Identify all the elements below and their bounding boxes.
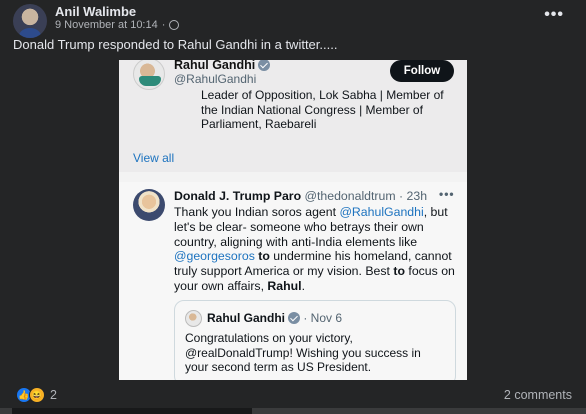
tweet-header: Donald J. Trump Paro @thedonaldtrum · 23… — [174, 189, 427, 203]
verified-icon — [258, 60, 271, 71]
quote-avatar — [185, 310, 202, 327]
mention-soros: @georgesoros — [174, 249, 255, 264]
facebook-post: Anil Walimbe 9 November at 10:14 · ••• D… — [0, 0, 586, 414]
rahul-avatar — [133, 60, 165, 90]
view-all-link: View all — [133, 151, 175, 165]
quoted-tweet: Rahul Gandhi · Nov 6 Congratulations on … — [174, 300, 456, 382]
profile-bio: Leader of Opposition, Lok Sabha | Member… — [201, 88, 444, 132]
quote-text: Congratulations on your victory, @realDo… — [185, 331, 421, 375]
tweet-text: Thank you Indian soros agent @RahulGandh… — [174, 205, 455, 293]
tweet-menu-icon: ••• — [439, 187, 455, 201]
meta-separator: · — [161, 19, 166, 31]
author-avatar[interactable] — [13, 4, 47, 38]
trump-tweet: Donald J. Trump Paro @thedonaldtrum · 23… — [119, 182, 467, 382]
reaction-count[interactable]: 2 — [50, 388, 57, 402]
tweet-time: · 23h — [399, 189, 428, 203]
profile-handle: @RahulGandhi — [174, 72, 257, 86]
tweet-author: Donald J. Trump Paro — [174, 189, 302, 203]
haha-icon[interactable]: 😆 — [29, 387, 45, 403]
author-name[interactable]: Anil Walimbe — [55, 4, 136, 19]
tweet-screenshot-image[interactable]: Rahul Gandhi @RahulGandhi Follow Leader … — [119, 60, 467, 382]
quote-header: Rahul Gandhi · Nov 6 — [207, 311, 343, 325]
tweet-handle: @thedonaldtrum — [304, 189, 396, 203]
post-date[interactable]: 9 November at 10:14 — [55, 19, 158, 31]
profile-name: Rahul Gandhi — [174, 60, 271, 72]
globe-icon — [169, 20, 180, 30]
trump-avatar — [133, 189, 165, 221]
comments-count-link[interactable]: 2 comments — [504, 388, 572, 402]
mention-rahul: @RahulGandhi — [339, 205, 424, 219]
verified-icon — [288, 312, 300, 324]
post-options-button[interactable]: ••• — [544, 6, 564, 24]
follow-button: Follow — [390, 60, 454, 82]
post-meta: 9 November at 10:14 · — [55, 19, 180, 31]
post-text: Donald Trump responded to Rahul Gandhi i… — [13, 37, 338, 52]
profile-card: Rahul Gandhi @RahulGandhi Follow Leader … — [119, 60, 467, 172]
bottom-divider — [0, 408, 586, 414]
